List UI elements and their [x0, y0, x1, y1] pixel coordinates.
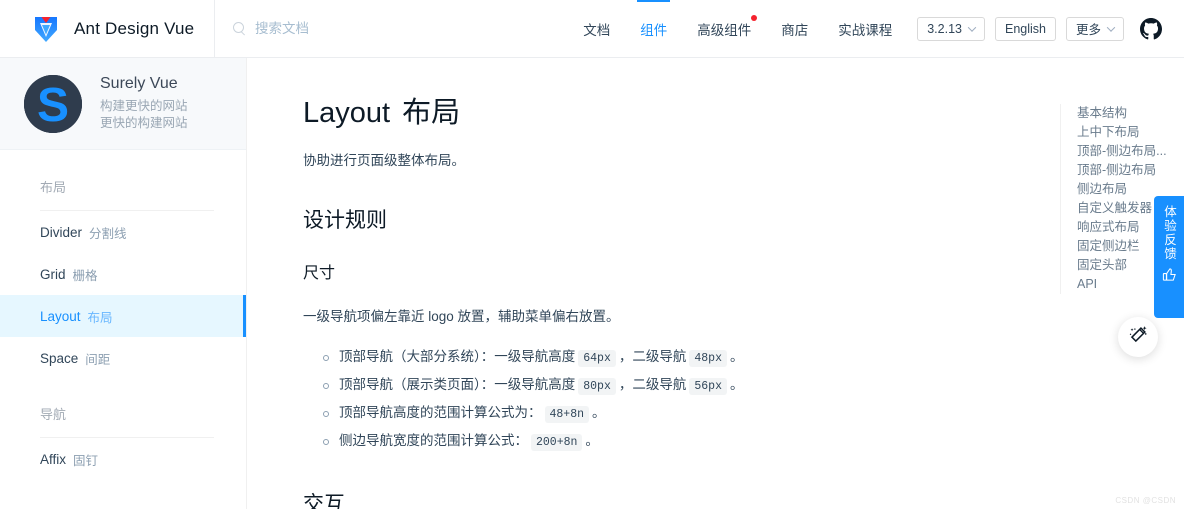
magic-wand-icon [1129, 325, 1148, 349]
theme-switch-button[interactable] [1118, 317, 1158, 357]
menu-item-cn: 分割线 [89, 226, 127, 241]
site-title: Ant Design Vue [74, 18, 195, 38]
menu-item-cn: 间距 [85, 352, 111, 367]
language-button[interactable]: English [994, 16, 1056, 41]
search-icon [233, 22, 246, 35]
sponsor-text: Surely Vue 构建更快的网站 更快的构建网站 [100, 75, 188, 132]
main-nav: 文档 组件 高级组件 商店 实战课程 3.2.13 English 更多 [568, 0, 1184, 58]
page-description: 协助进行页面级整体布局。 [303, 153, 465, 168]
nav-label: 文档 [583, 22, 611, 38]
rule-code-1: 200+8n [531, 434, 583, 451]
toc-item-basic-structure[interactable]: 基本结构 [1077, 104, 1181, 123]
nav-label: 组件 [640, 22, 668, 38]
rule-code-2: 48px [689, 350, 727, 367]
heading-interaction: 交互 [303, 493, 345, 509]
chevron-down-icon [967, 22, 977, 32]
menu-group-title-layout: 布局 [40, 179, 67, 195]
toc-item-top-middle-bottom[interactable]: 上中下布局 [1077, 123, 1181, 142]
site-header: Ant Design Vue 文档 组件 高级组件 商店 实战课程 [0, 0, 1184, 58]
sidebar-menu: 布局 Divider 分割线 Grid 栅格 Layout 布局 Space 间… [0, 150, 246, 480]
more-label: 更多 [1075, 23, 1101, 37]
menu-item-en: Affix [40, 451, 67, 467]
github-icon[interactable] [1140, 17, 1162, 40]
sponsor-subtitle-2: 更快的构建网站 [100, 116, 188, 130]
size-paragraph: 一级导航项偏左靠近 logo 放置，辅助菜单偏右放置。 [303, 309, 620, 324]
menu-item-cn: 固钉 [73, 453, 99, 468]
toc-item-top-side-1[interactable]: 顶部-侧边布局... [1077, 142, 1181, 161]
rule-code-2: 56px [689, 378, 727, 395]
version-value: 3.2.13 [927, 21, 962, 36]
rule-code-1: 80px [578, 378, 616, 395]
rule-text-2: ，二级导航 [618, 349, 687, 364]
nav-label: 高级组件 [697, 22, 752, 38]
feedback-tab[interactable]: 体验反馈 [1154, 196, 1184, 318]
sidebar: S S S S Surely Vu [0, 58, 247, 509]
nav-label: 实战课程 [838, 22, 893, 38]
main-content: Layout 布局 协助进行页面级整体布局。 设计规则 尺寸 一级导航项偏左靠近 … [247, 58, 1184, 509]
heading-design-rules: 设计规则 [303, 209, 387, 232]
size-rules-list: 顶部导航（大部分系统）：一级导航高度 64px ，二级导航 48px。 顶部导航（展示… [303, 344, 1144, 456]
rule-code-1: 48+8n [544, 406, 590, 423]
svg-text:S: S [37, 79, 69, 132]
logo-block[interactable]: Ant Design Vue [0, 14, 214, 44]
nav-item-pro-components[interactable]: 高级组件 [682, 0, 766, 58]
page-title: Layout 布局 [303, 94, 1144, 132]
watermark: CSDN @CSDN [1115, 496, 1176, 505]
menu-item-en: Layout [40, 308, 81, 324]
rule-text-3: 。 [729, 349, 744, 364]
nav-item-store[interactable]: 商店 [766, 0, 823, 58]
rule-text-1: 顶部导航（大部分系统）：一级导航高度 [339, 349, 576, 364]
menu-item-en: Divider [40, 224, 83, 240]
menu-item-en: Grid [40, 266, 66, 282]
chevron-down-icon [1106, 22, 1116, 32]
rule-text-3: 。 [729, 377, 744, 392]
nav-item-components[interactable]: 组件 [625, 0, 682, 58]
sidebar-item-divider[interactable]: Divider 分割线 [0, 211, 246, 253]
version-select[interactable]: 3.2.13 [917, 16, 985, 41]
sidebar-item-grid[interactable]: Grid 栅格 [0, 253, 246, 295]
toc-item-top-side-2[interactable]: 顶部-侧边布局 [1077, 161, 1181, 180]
nav-label: 商店 [781, 22, 809, 38]
rule-text-1: 顶部导航（展示类页面）：一级导航高度 [339, 377, 576, 392]
ant-design-vue-logo-icon [32, 14, 60, 44]
search-box[interactable] [214, 0, 405, 58]
list-item: 侧边导航宽度的范围计算公式： 200+8n。 [323, 428, 1144, 456]
page-title-en: Layout [303, 97, 391, 129]
nav-item-docs[interactable]: 文档 [568, 0, 625, 58]
thumbs-up-icon [1162, 267, 1177, 285]
language-label: English [1004, 21, 1046, 36]
sidebar-item-affix[interactable]: Affix 固钉 [0, 438, 246, 480]
sponsor-subtitle-1: 构建更快的网站 [100, 99, 188, 113]
nav-item-courses[interactable]: 实战课程 [823, 0, 907, 58]
rule-text-1: 侧边导航宽度的范围计算公式： [339, 433, 528, 448]
list-item: 顶部导航（展示类页面）：一级导航高度 80px ，二级导航 56px。 [323, 372, 1144, 400]
sidebar-item-space[interactable]: Space 间距 [0, 337, 246, 379]
new-badge-dot-icon [751, 14, 758, 21]
rule-text-2: 。 [585, 433, 599, 448]
sponsor-title: Surely Vue [100, 75, 178, 92]
page-root: Ant Design Vue 文档 组件 高级组件 商店 实战课程 [0, 0, 1184, 509]
list-item: 顶部导航高度的范围计算公式为： 48+8n。 [323, 400, 1144, 428]
heading-size: 尺寸 [303, 265, 336, 282]
rule-text-2: ，二级导航 [618, 377, 687, 392]
surely-vue-logo-icon: S S S S [22, 73, 84, 135]
list-item: 顶部导航（大部分系统）：一级导航高度 64px ，二级导航 48px。 [323, 344, 1144, 372]
sidebar-item-layout[interactable]: Layout 布局 [0, 295, 246, 337]
rule-code-1: 64px [578, 350, 616, 367]
rule-text-2: 。 [592, 405, 606, 420]
menu-group-title-navigation: 导航 [40, 406, 67, 422]
sponsor-banner[interactable]: S S S S Surely Vu [0, 58, 246, 150]
search-input[interactable] [255, 21, 405, 36]
page-title-cn: 布局 [402, 97, 461, 129]
menu-item-cn: 布局 [87, 310, 113, 325]
menu-item-cn: 栅格 [72, 268, 98, 283]
menu-item-en: Space [40, 350, 79, 366]
rule-text-1: 顶部导航高度的范围计算公式为： [339, 405, 542, 420]
more-menu[interactable]: 更多 [1065, 16, 1124, 41]
feedback-label: 体验反馈 [1162, 205, 1176, 261]
